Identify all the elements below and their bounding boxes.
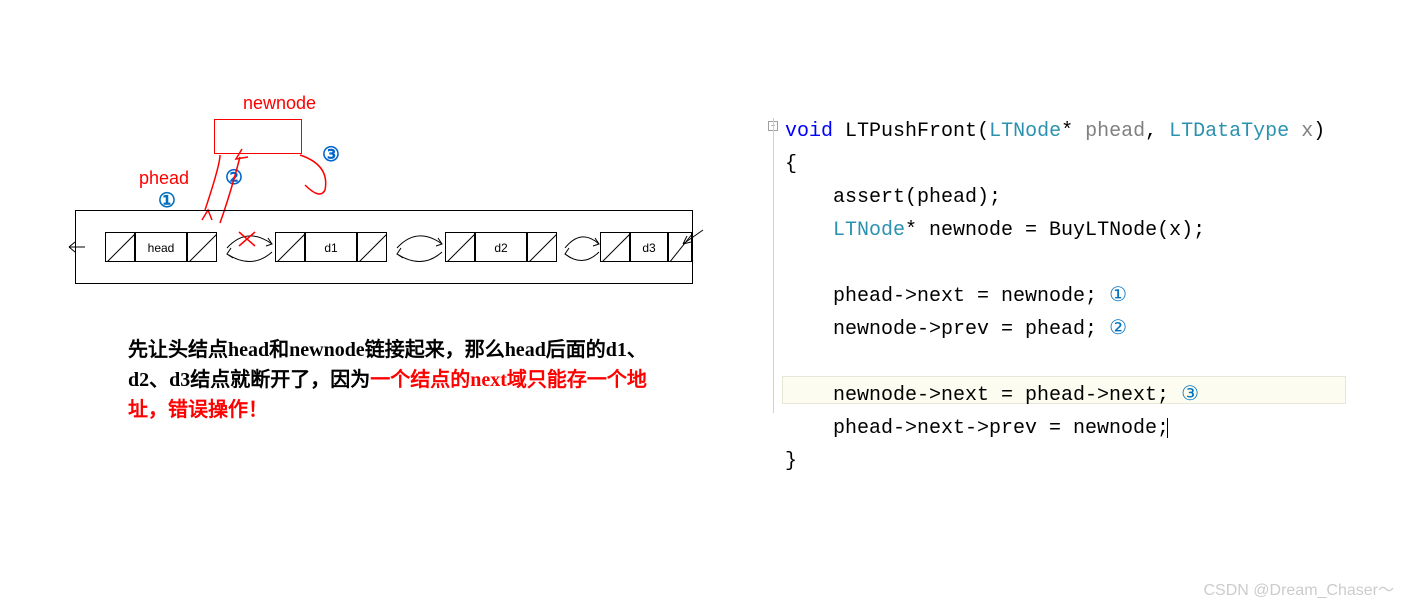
text-cursor-icon [1167,418,1168,438]
head-label: head [135,232,187,262]
node-head: head [105,232,217,262]
step-1-num: ① [1097,285,1127,308]
next-cell [357,232,387,262]
prev-cell [600,232,630,262]
node-d1: d1 [275,232,387,262]
type-ltnode-2: LTNode [833,219,905,242]
step-2-num: ② [1097,318,1127,341]
next-cell [187,232,217,262]
d3-label: d3 [630,232,668,262]
param-x: x [1301,120,1313,143]
left-arrow-icon [67,240,87,254]
step-3-num: ③ [1169,384,1199,407]
d2-label: d2 [475,232,527,262]
prev-cell [105,232,135,262]
node-d3: d3 [600,232,692,262]
diagram-panel: newnode phead ① ② ③ head [0,0,710,612]
code-block: void LTPushFront(LTNode* phead, LTDataTy… [785,115,1325,478]
code-indent [785,219,833,242]
prev-cell [275,232,305,262]
next-cell [668,232,692,262]
kw-void: void [785,120,833,143]
code-gutter [773,118,783,413]
code-assert: assert(phead); [785,186,1001,209]
explanation-text: 先让头结点head和newnode链接起来，那么head后面的d1、d2、d3结… [128,335,658,425]
code-l3: newnode->next = phead->next; [785,384,1169,407]
d1-label: d1 [305,232,357,262]
code-l4: phead->next->prev = newnode; [785,417,1169,440]
code-panel: − void LTPushFront(LTNode* phead, LTData… [710,0,1410,612]
param-phead: phead [1085,120,1145,143]
type-ltdatatype: LTDataType [1169,120,1289,143]
newnode-label: newnode [243,93,316,114]
func-name: LTPushFront [845,120,977,143]
code-l1: phead->next = newnode; [785,285,1097,308]
type-ltnode: LTNode [989,120,1061,143]
prev-cell [445,232,475,262]
next-cell [527,232,557,262]
code-newnode-decl: * newnode = BuyLTNode(x); [905,219,1205,242]
code-l2: newnode->prev = phead; [785,318,1097,341]
node-d2: d2 [445,232,557,262]
watermark: CSDN @Dream_Chaser～ [1203,576,1394,600]
linked-list-diagram: head d1 d2 [75,210,695,290]
